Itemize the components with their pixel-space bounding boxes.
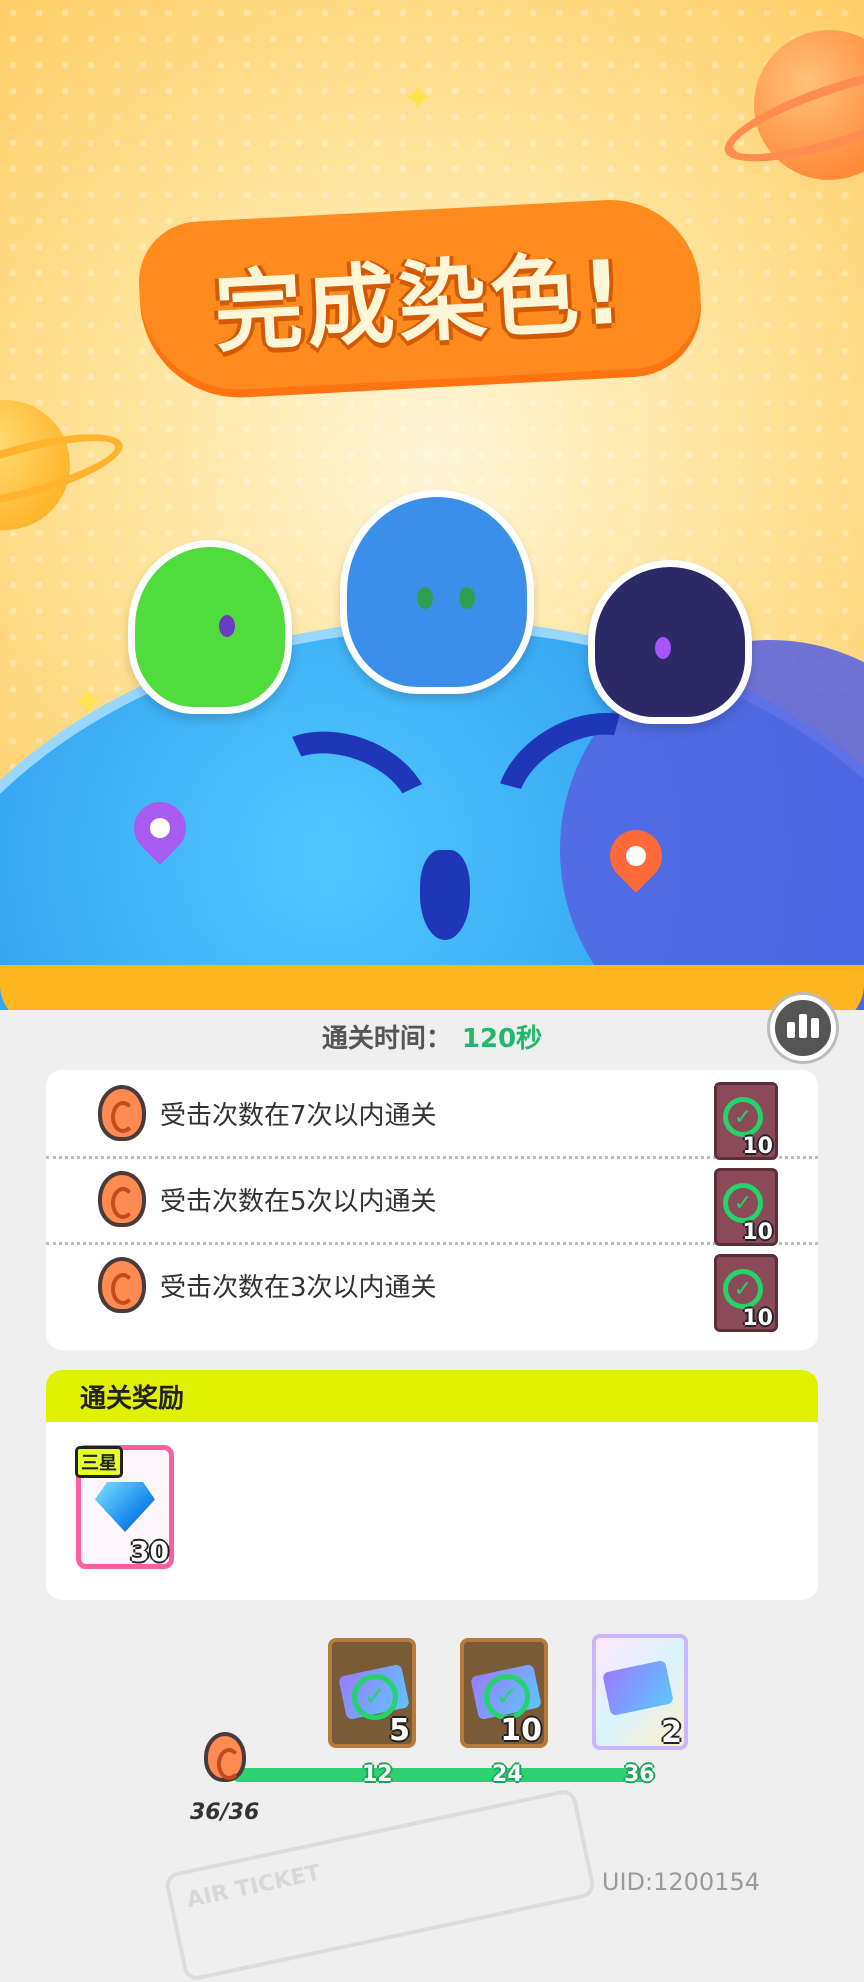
reward-count: 30	[130, 1535, 169, 1568]
milestone-reward-36[interactable]: 2	[592, 1634, 688, 1750]
footprint-icon	[98, 1171, 146, 1227]
task-text: 受击次数在7次以内通关	[160, 1100, 437, 1131]
leaderboard-button[interactable]	[770, 995, 836, 1061]
task-reward-count: 10	[742, 1306, 773, 1331]
check-icon: ✓	[723, 1097, 763, 1137]
milestone-threshold: 24	[492, 1762, 523, 1787]
globe-face-mouth	[420, 850, 470, 940]
sparkle-icon: ✦	[402, 76, 434, 120]
clear-time-value: 120秒	[461, 1024, 543, 1054]
diamond-icon	[95, 1482, 155, 1532]
task-reward-ticket: ✓ 10	[714, 1254, 778, 1332]
reward-tag: 三星	[75, 1446, 123, 1478]
milestone-reward-count: 10	[500, 1713, 542, 1748]
yellow-planet-decoration	[0, 400, 70, 530]
orange-planet-decoration	[754, 30, 864, 180]
task-row: 受击次数在7次以内通关 ✓ 10	[46, 1070, 818, 1160]
milestone-threshold: 36	[624, 1762, 655, 1787]
result-title: 完成染色!	[211, 239, 629, 365]
milestone-threshold: 12	[362, 1762, 393, 1787]
reward-item-diamond[interactable]: 三星 30	[75, 1445, 174, 1569]
ticket-icon	[602, 1659, 674, 1717]
air-ticket-text: AIR TICKET	[184, 1860, 323, 1914]
task-text: 受击次数在5次以内通关	[160, 1186, 437, 1217]
clear-time-label: 通关时间：	[321, 1024, 452, 1054]
reward-header: 通关奖励	[46, 1370, 818, 1422]
task-row: 受击次数在3次以内通关 ✓ 10	[46, 1242, 818, 1332]
bar-chart-icon	[787, 1022, 795, 1038]
clear-reward-panel: 通关奖励 三星 30	[46, 1370, 818, 1600]
progress-count: 36/36	[190, 1800, 260, 1825]
footprint-icon	[98, 1257, 146, 1313]
milestone-reward-24[interactable]: ✓ 10	[460, 1638, 548, 1748]
character-dark-hair	[588, 560, 752, 724]
milestone-reward-12[interactable]: ✓ 5	[328, 1638, 416, 1748]
character-green-hair	[128, 540, 292, 714]
check-icon: ✓	[723, 1183, 763, 1223]
character-blue-hair	[340, 490, 534, 694]
progress-bar	[232, 1768, 652, 1782]
title-banner: 完成染色!	[135, 195, 705, 395]
paint-drip-decoration	[0, 965, 864, 1010]
user-id: UID:1200154	[601, 1868, 760, 1896]
task-reward-ticket: ✓ 10	[714, 1168, 778, 1246]
footprint-icon	[98, 1085, 146, 1141]
milestone-reward-count: 2	[661, 1715, 682, 1750]
result-hero: ✦ ✦ ✦ 完成染色!	[0, 0, 864, 1010]
task-reward-ticket: ✓ 10	[714, 1082, 778, 1160]
footprint-icon	[204, 1732, 246, 1782]
star-task-list: 受击次数在7次以内通关 ✓ 10 受击次数在5次以内通关 ✓ 10 受击次数在3…	[46, 1070, 818, 1350]
check-icon: ✓	[723, 1269, 763, 1309]
task-row: 受击次数在5次以内通关 ✓ 10	[46, 1156, 818, 1246]
milestone-reward-count: 5	[389, 1713, 410, 1748]
task-text: 受击次数在3次以内通关	[160, 1272, 437, 1303]
clear-time: 通关时间： 120秒	[0, 1018, 864, 1055]
